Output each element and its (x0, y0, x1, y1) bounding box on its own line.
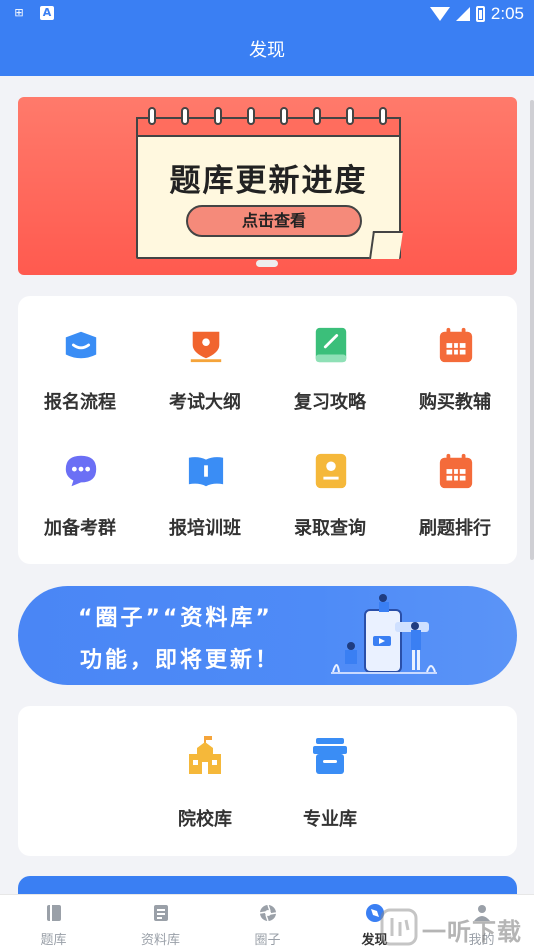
feature-review-guide[interactable]: 复习攻略 (268, 296, 392, 416)
notebook-icon (315, 327, 347, 363)
book-icon (47, 905, 61, 921)
feature-label: 复习攻略 (294, 392, 366, 413)
document-icon (154, 905, 168, 921)
chat-bubble-icon (65, 455, 97, 487)
school-library-button[interactable]: 院校库 (143, 706, 267, 856)
tab-circle[interactable]: 圈子 (214, 895, 321, 950)
feature-label: 录取查询 (294, 518, 366, 539)
feature-training-class[interactable]: 报培训班 (143, 422, 267, 542)
library-card: 院校库 专业库 (18, 706, 517, 856)
banner-view-button[interactable]: 点击查看 (186, 205, 362, 237)
watermark-logo-icon (380, 908, 418, 946)
feature-exam-outline[interactable]: 考试大纲 (143, 296, 267, 416)
signal-icon (455, 7, 470, 21)
feature-admission-query[interactable]: 录取查询 (268, 422, 392, 542)
feature-label: 考试大纲 (169, 392, 241, 413)
calendar-grid-icon (439, 453, 473, 489)
tab-label: 题库 (40, 933, 67, 948)
notification-grid-icon: ⊞ (14, 6, 24, 19)
feature-signup-process[interactable]: 报名流程 (18, 296, 142, 416)
feature-practice-ranking[interactable]: 刷题排行 (393, 422, 517, 542)
map-pin-icon (190, 331, 222, 363)
tab-materials[interactable]: 资料库 (107, 895, 214, 950)
library-label: 专业库 (303, 809, 357, 830)
feature-label: 报名流程 (44, 392, 116, 413)
feature-label: 加备考群 (44, 518, 116, 539)
tab-question-bank[interactable]: 题库 (0, 895, 107, 950)
page-title: 发现 (249, 40, 285, 61)
feature-join-study-group[interactable]: 加备考群 (18, 422, 142, 542)
tab-label: 圈子 (254, 933, 281, 948)
calendar-rings (148, 107, 387, 125)
scrollbar[interactable] (530, 100, 534, 560)
library-label: 院校库 (178, 809, 232, 830)
banner-page-indicator (256, 260, 278, 267)
graduation-cap-icon (65, 331, 97, 359)
people-phone-illustration-icon (331, 594, 437, 674)
archive-box-icon (313, 738, 347, 774)
banner-title: 题库更新进度 (169, 163, 368, 199)
notification-a-icon: A (40, 6, 54, 20)
certificate-icon (315, 453, 347, 489)
announcement-banner[interactable]: “圈子”“资料库” 功能，即将更新！ (18, 586, 517, 685)
school-building-icon (189, 736, 221, 774)
status-bar: ⊞ A 2:05 (0, 0, 534, 28)
watermark-text: 一听下载 (422, 918, 522, 946)
calendar-icon (439, 327, 473, 363)
major-library-button[interactable]: 专业库 (268, 706, 392, 856)
feature-label: 购买教辅 (419, 392, 491, 413)
watermark: 一听下载 (378, 902, 534, 950)
banner-calendar: 题库更新进度 点击查看 (136, 107, 403, 259)
announcement-line-1: “圈子”“资料库” (78, 606, 273, 631)
feature-label: 刷题排行 (419, 518, 491, 539)
battery-icon (475, 6, 485, 22)
title-bar: 发现 (0, 28, 534, 76)
status-time: 2:05 (490, 4, 524, 23)
open-book-icon (188, 457, 224, 487)
feature-grid-card: 报名流程 考试大纲 复习攻略 购买教辅 加备考群 报培训班 录取查询 刷题排行 (18, 296, 517, 564)
feature-label: 报培训班 (169, 518, 241, 539)
announcement-line-2: 功能，即将更新！ (80, 648, 281, 673)
wifi-icon (429, 7, 450, 21)
tab-label: 资料库 (140, 933, 180, 948)
banner[interactable]: 题库更新进度 点击查看 (18, 97, 517, 275)
aperture-icon (259, 904, 277, 922)
feature-buy-materials[interactable]: 购买教辅 (393, 296, 517, 416)
